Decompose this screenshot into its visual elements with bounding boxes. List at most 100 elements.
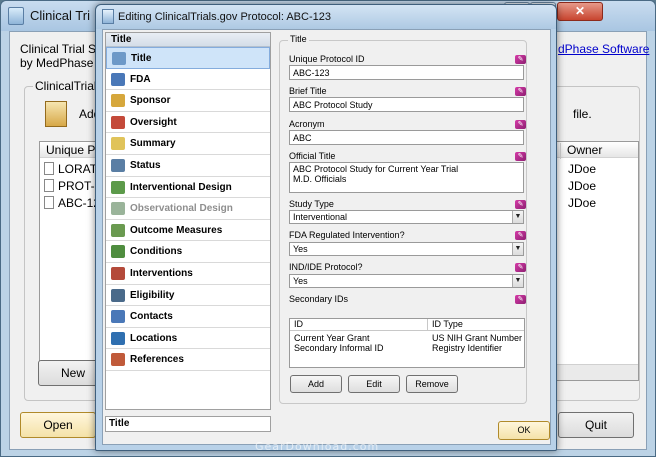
official-title-line-1: ABC Protocol Study for Current Year Tria…	[293, 164, 459, 174]
secondary-ids-label: Secondary IDs	[289, 294, 349, 304]
edit-protocol-dialog: Editing ClinicalTrials.gov Protocol: ABC…	[95, 4, 557, 451]
pencil-icon[interactable]: ✎	[515, 263, 526, 272]
secondary-ids-grid[interactable]: ID ID Type Current Year Grant US NIH Gra…	[289, 318, 525, 368]
sidebar-item-observational-design[interactable]: Observational Design	[106, 198, 270, 220]
row-owner: JDoe	[568, 162, 597, 176]
row-id: ABC-12	[58, 196, 98, 210]
title-icon	[112, 52, 126, 65]
people-icon	[111, 288, 125, 302]
column-owner[interactable]: Owner	[560, 143, 602, 159]
open-button[interactable]: Open	[20, 412, 96, 438]
ind-ide-select[interactable]: Yes ▼	[289, 274, 524, 288]
conditions-icon	[111, 245, 125, 259]
close-button[interactable]: ✕	[557, 2, 603, 21]
sidebar-item-fda[interactable]: FDA	[106, 69, 270, 91]
pencil-icon[interactable]: ✎	[515, 200, 526, 209]
pencil-icon[interactable]: ✎	[515, 55, 526, 64]
sidebar-item-references[interactable]: References	[106, 349, 270, 371]
clipboard-icon	[45, 101, 67, 127]
study-type-select[interactable]: Interventional ▼	[289, 210, 524, 224]
globe-icon	[111, 331, 125, 345]
sidebar-item-label: Conditions	[130, 246, 183, 258]
sidebar-item-title[interactable]: Title	[106, 47, 270, 69]
sidebar-item-sponsor[interactable]: Sponsor	[106, 90, 270, 112]
sidebar-item-label: Observational Design	[130, 203, 233, 215]
brief-title-field[interactable]: ABC Protocol Study	[289, 97, 524, 112]
app-icon	[8, 7, 24, 25]
contacts-icon	[111, 310, 125, 324]
row-owner: JDoe	[568, 196, 597, 210]
fda-regulated-select[interactable]: Yes ▼	[289, 242, 524, 256]
list-item[interactable]: PROT-	[44, 179, 98, 195]
sidebar-item-label: FDA	[130, 73, 151, 85]
sidebar-item-status[interactable]: Status	[106, 155, 270, 177]
pencil-icon[interactable]: ✎	[515, 152, 526, 161]
ind-ide-label: IND/IDE Protocol?	[289, 262, 363, 272]
chevron-down-icon[interactable]: ▼	[512, 275, 523, 287]
sidebar-item-label: Outcome Measures	[130, 224, 223, 236]
chevron-down-icon[interactable]: ▼	[512, 211, 523, 223]
list-item[interactable]: ABC-12	[44, 196, 98, 212]
ok-button[interactable]: OK	[498, 421, 550, 440]
main-window-title: Clinical Trial	[30, 8, 90, 23]
group-label: ClinicalTrials.	[33, 79, 95, 93]
sidebar-item-label: References	[130, 354, 184, 366]
document-icon	[44, 196, 54, 209]
chevron-down-icon[interactable]: ▼	[512, 243, 523, 255]
sidebar-item-label: Interventional Design	[130, 181, 232, 193]
list-item[interactable]: LORAT	[44, 162, 98, 178]
dialog-client-area: Title Title FDA Sponsor Oversight Summary Sta…	[102, 29, 551, 445]
pencil-icon[interactable]: ✎	[515, 87, 526, 96]
pencil-icon[interactable]: ✎	[515, 231, 526, 240]
table-row[interactable]: Secondary Informal ID Registry Identifie…	[290, 343, 524, 353]
nav-header: Title	[106, 33, 270, 47]
sidebar-item-label: Locations	[130, 332, 178, 344]
dialog-title-bar[interactable]: Editing ClinicalTrials.gov Protocol: ABC…	[96, 5, 556, 29]
sidebar-item-label: Eligibility	[130, 289, 175, 301]
sidebar-item-interventional-design[interactable]: Interventional Design	[106, 177, 270, 199]
sidebar-item-contacts[interactable]: Contacts	[106, 306, 270, 328]
sidebar-item-label: Summary	[130, 138, 176, 150]
unique-id-field[interactable]: ABC-123	[289, 65, 524, 80]
add-id-button[interactable]: Add	[290, 375, 342, 393]
row-id-type: US NIH Grant Number	[432, 333, 523, 343]
fda-regulated-value: Yes	[293, 244, 308, 254]
add-instruction-tail: file.	[573, 107, 592, 121]
quit-button[interactable]: Quit	[558, 412, 634, 438]
ind-ide-value: Yes	[293, 276, 308, 286]
sidebar-item-interventions[interactable]: Interventions	[106, 263, 270, 285]
table-row[interactable]: Current Year Grant US NIH Grant Number	[290, 333, 524, 343]
row-owner: JDoe	[568, 179, 597, 193]
folder-icon	[111, 94, 125, 108]
dialog-title: Editing ClinicalTrials.gov Protocol: ABC…	[118, 11, 331, 23]
note-icon	[111, 137, 125, 151]
remove-id-button[interactable]: Remove	[406, 375, 458, 393]
sidebar-item-summary[interactable]: Summary	[106, 133, 270, 155]
official-title-field[interactable]: ABC Protocol Study for Current Year Tria…	[289, 162, 524, 193]
pencil-icon[interactable]: ✎	[515, 120, 526, 129]
column-id-type[interactable]: ID Type	[427, 319, 463, 331]
sidebar-item-conditions[interactable]: Conditions	[106, 241, 270, 263]
brief-title-label: Brief Title	[289, 86, 327, 96]
acronym-field[interactable]: ABC	[289, 130, 524, 145]
sidebar-item-oversight[interactable]: Oversight	[106, 112, 270, 134]
watermark: GearDownload.com	[255, 440, 380, 453]
sidebar-item-label: Interventions	[130, 267, 193, 279]
official-title-label: Official Title	[289, 151, 336, 161]
sidebar-item-outcome-measures[interactable]: Outcome Measures	[106, 220, 270, 242]
checkbox-icon	[111, 223, 125, 237]
medphase-link[interactable]: dPhase Software	[558, 42, 649, 56]
sidebar-item-label: Status	[130, 159, 161, 171]
sidebar-item-eligibility[interactable]: Eligibility	[106, 285, 270, 307]
study-type-label: Study Type	[289, 199, 334, 209]
sidebar-item-label: Contacts	[130, 311, 173, 323]
book-icon	[111, 353, 125, 367]
pencil-icon[interactable]: ✎	[515, 295, 526, 304]
status-icon	[111, 158, 125, 172]
fda-regulated-label: FDA Regulated Intervention?	[289, 230, 405, 240]
official-title-line-2: M.D. Officials	[293, 174, 347, 184]
column-id[interactable]: ID	[294, 319, 303, 330]
row-id: LORAT	[58, 162, 98, 176]
sidebar-item-locations[interactable]: Locations	[106, 328, 270, 350]
edit-id-button[interactable]: Edit	[348, 375, 400, 393]
